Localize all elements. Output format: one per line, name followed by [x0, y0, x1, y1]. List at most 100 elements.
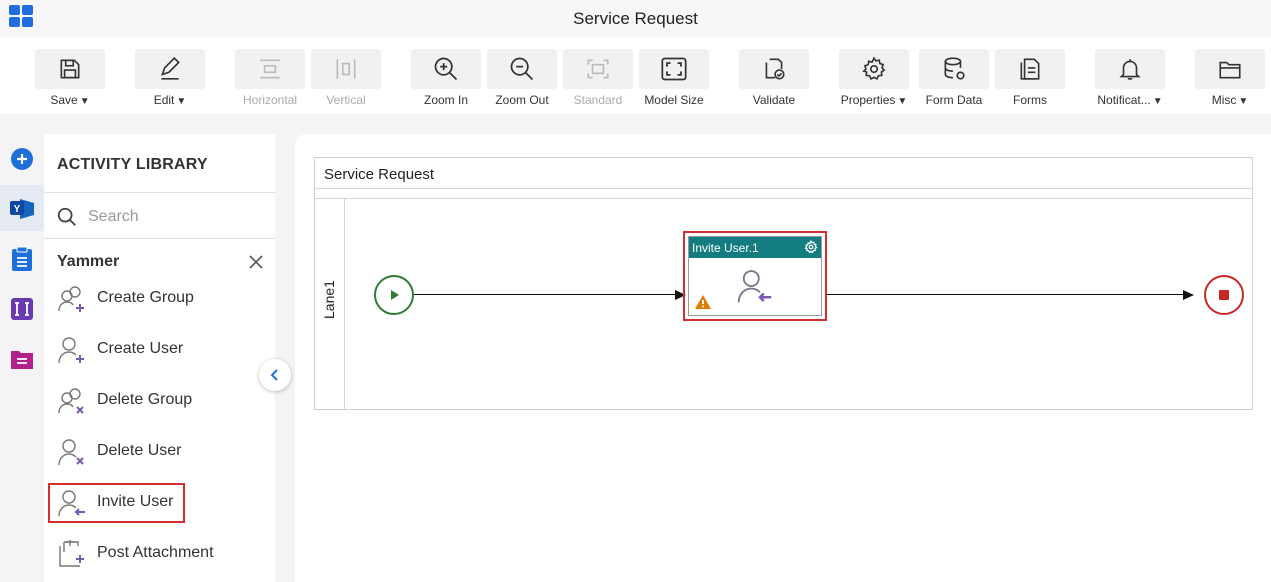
zoom-out-icon [510, 57, 534, 81]
forms-button[interactable]: Forms [995, 49, 1065, 113]
activity-invite-user[interactable]: Invite User [48, 483, 185, 523]
divider [315, 198, 1252, 199]
form-data-button[interactable]: Form Data [919, 49, 989, 113]
zoom-in-button[interactable]: Zoom In [411, 49, 481, 113]
activity-delete-user[interactable]: Delete User [48, 432, 268, 472]
yammer-icon: Y [10, 199, 34, 219]
save-label: Save [50, 93, 78, 107]
add-circle-icon [11, 148, 33, 170]
activity-label: Delete Group [97, 391, 193, 408]
activity-delete-group[interactable]: Delete Group [48, 381, 268, 421]
bell-icon [1119, 59, 1141, 80]
stop-icon [1219, 290, 1229, 300]
sequence-flow[interactable] [827, 294, 1184, 295]
horizontal-button[interactable]: Horizontal [235, 49, 305, 113]
properties-label: Properties [840, 93, 896, 107]
delete-group-icon [58, 388, 84, 414]
pool[interactable]: Service Request Lane1 Invite User.1 [314, 157, 1253, 410]
validate-label: Validate [752, 93, 796, 107]
forms-label: Forms [1013, 93, 1047, 107]
standard-size-icon [587, 59, 609, 79]
edit-label: Edit [153, 93, 175, 107]
title-bar: Service Request [0, 0, 1271, 38]
save-icon [60, 59, 80, 79]
task-title: Invite User.1 [692, 241, 759, 255]
divider [44, 238, 275, 239]
pencil-icon [161, 57, 180, 80]
arrowhead [1183, 290, 1194, 300]
chevron-down-icon: ▼ [79, 96, 90, 107]
lane-label: Lane1 [321, 280, 337, 319]
validate-icon [765, 58, 785, 80]
model-size-label: Model Size [644, 93, 704, 107]
divider [315, 188, 1252, 189]
rail-add[interactable] [0, 136, 44, 182]
activity-label: Create Group [97, 289, 194, 306]
notifications-button[interactable]: Notificat... ▼ [1095, 49, 1165, 113]
end-event[interactable] [1204, 275, 1244, 315]
chevron-down-icon: ▼ [897, 96, 908, 107]
database-icon [944, 57, 965, 80]
task-header: Invite User.1 [689, 237, 821, 258]
gear-icon [862, 56, 886, 80]
toolbar: Save ▼ Edit ▼ Horizontal Vertical Zoom In … [0, 38, 1271, 114]
misc-button[interactable]: Misc ▼ [1195, 49, 1265, 113]
close-icon[interactable] [247, 253, 265, 271]
create-group-icon [58, 286, 84, 312]
warning-icon [695, 295, 711, 309]
activity-create-user[interactable]: Create User [48, 330, 268, 370]
save-button[interactable]: Save ▼ [35, 49, 105, 113]
rail-yammer[interactable]: Y [0, 185, 44, 231]
activity-post-attachment[interactable]: Post Attachment [48, 534, 268, 574]
standard-button[interactable]: Standard [563, 49, 633, 113]
lane-header[interactable]: Lane1 [315, 199, 345, 409]
model-size-button[interactable]: Model Size [639, 49, 709, 113]
vertical-button[interactable]: Vertical [311, 49, 381, 113]
rail-text-fields[interactable] [0, 286, 44, 332]
play-icon [391, 290, 399, 300]
sequence-flow[interactable] [414, 294, 676, 295]
task-selection[interactable]: Invite User.1 [683, 231, 827, 321]
rail-form-folder[interactable] [0, 336, 44, 382]
collapse-library-button[interactable] [259, 359, 291, 391]
edit-button[interactable]: Edit ▼ [135, 49, 205, 113]
activity-label: Invite User [97, 493, 174, 510]
activity-label: Post Attachment [97, 544, 214, 561]
page-title: Service Request [573, 9, 698, 28]
gear-icon[interactable] [804, 240, 818, 254]
library-title: ACTIVITY LIBRARY [57, 156, 208, 173]
pool-title: Service Request [324, 166, 435, 183]
fit-to-screen-icon [661, 57, 687, 81]
vertical-layout-icon [336, 59, 356, 79]
rail-clipboard[interactable] [0, 236, 44, 282]
chevron-down-icon: ▼ [176, 96, 187, 107]
search-input[interactable] [88, 205, 258, 229]
post-attachment-icon [59, 540, 84, 567]
activity-label: Create User [97, 340, 184, 357]
misc-label: Misc [1211, 93, 1237, 107]
library-search [44, 193, 275, 239]
left-rail: Y [0, 134, 44, 582]
activity-create-group[interactable]: Create Group [48, 279, 268, 319]
process-canvas[interactable]: Service Request Lane1 Invite User.1 [295, 134, 1271, 582]
delete-user-icon [58, 439, 84, 466]
activity-library: ACTIVITY LIBRARY Yammer Create Group Cre… [44, 134, 275, 582]
chevron-down-icon: ▼ [1238, 96, 1249, 107]
validate-button[interactable]: Validate [739, 49, 809, 113]
clipboard-icon [12, 246, 32, 271]
horizontal-layout-icon [260, 59, 280, 79]
create-user-icon [58, 337, 84, 364]
zoom-out-button[interactable]: Zoom Out [487, 49, 557, 113]
properties-button[interactable]: Properties ▼ [839, 49, 909, 113]
folder-icon [1219, 61, 1241, 79]
start-event[interactable] [374, 275, 414, 315]
svg-text:Y: Y [14, 204, 21, 215]
forms-icon [1020, 58, 1040, 80]
chevron-down-icon: ▼ [1152, 96, 1163, 107]
vertical-label: Vertical [326, 93, 366, 107]
invite-user-icon [737, 270, 772, 303]
notifications-label: Notificat... [1097, 93, 1151, 107]
task-invite-user[interactable]: Invite User.1 [688, 236, 822, 316]
zoom-in-icon [434, 57, 458, 81]
text-fields-icon [11, 298, 33, 320]
